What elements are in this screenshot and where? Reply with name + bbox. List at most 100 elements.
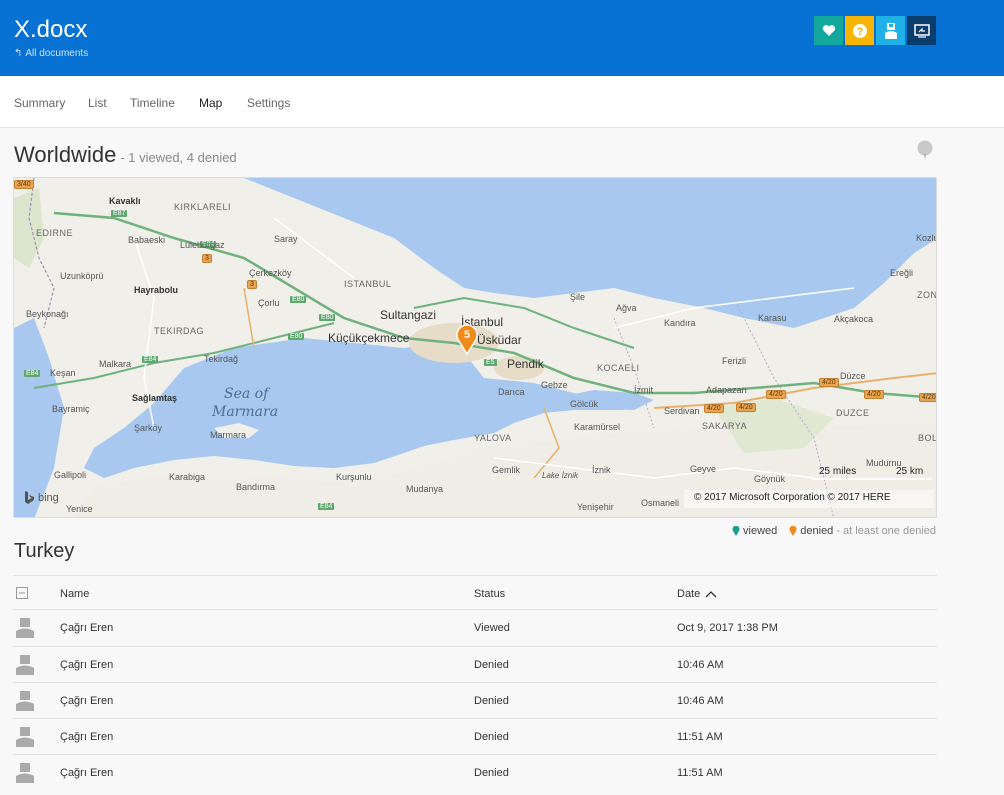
road-shield: E80: [319, 314, 336, 321]
user-avatar-icon: [16, 691, 34, 714]
row-status: Viewed: [474, 622, 510, 634]
map-label: Sağlamtaş: [132, 393, 178, 403]
column-status[interactable]: Status: [474, 588, 505, 600]
access-table: Name Status Date Çağrı Eren Viewed Oct 9…: [13, 575, 937, 790]
map-label: Kozlu: [916, 233, 937, 243]
present-button[interactable]: [907, 16, 936, 45]
map-label: Gemlik: [492, 465, 521, 475]
select-all-icon: [16, 587, 28, 599]
legend-note: - at least one denied: [836, 525, 936, 537]
map-label: Akçakoca: [834, 314, 874, 324]
map-label: Sultangazi: [380, 308, 437, 322]
table-row[interactable]: Çağrı Eren Denied 11:51 AM: [13, 754, 937, 790]
map-label: Serdivan: [664, 406, 700, 416]
route-shield: 4/20: [864, 390, 884, 399]
map-label: Yenişehir: [577, 502, 614, 512]
map-label: İzmit: [634, 385, 653, 395]
heart-icon: [822, 25, 835, 36]
column-date-label: Date: [677, 588, 701, 600]
column-name[interactable]: Name: [60, 588, 89, 600]
scale-km: 25 km: [896, 466, 924, 477]
route-shield: 4/20: [819, 378, 839, 387]
scale-miles: 25 miles: [819, 466, 857, 477]
map-label: ISTANBUL: [344, 279, 392, 289]
viewed-pin-icon: [732, 526, 740, 536]
map-label: Gebze: [541, 380, 568, 390]
map-label: Beykonağı: [26, 309, 69, 319]
row-date: 10:46 AM: [677, 659, 724, 671]
row-name: Çağrı Eren: [60, 731, 114, 743]
user-icon: [884, 22, 897, 39]
present-icon: [913, 23, 930, 38]
row-status: Denied: [474, 767, 509, 779]
tab-map[interactable]: Map: [199, 96, 222, 110]
row-date: 11:51 AM: [677, 767, 723, 779]
map-view[interactable]: 3/40 3 3 4/20 4/20 4/20 4/20 4/20 4/20 E…: [13, 177, 937, 518]
map-pin-icon[interactable]: [915, 139, 935, 166]
map-label: Lake İznik: [542, 471, 579, 480]
map-label: YALOVA: [474, 433, 512, 443]
user-button[interactable]: [876, 16, 905, 45]
map-legend: viewed denied - at least one denied: [732, 525, 936, 537]
sea-label: Marmara: [212, 404, 279, 420]
map-label: Bayramiç: [52, 404, 90, 414]
tab-list[interactable]: List: [88, 96, 107, 110]
map-label: Göynük: [754, 474, 786, 484]
legend-viewed: viewed: [732, 525, 777, 537]
tab-settings[interactable]: Settings: [247, 96, 290, 110]
map-label: Şarköy: [134, 423, 163, 433]
route-shield: 4/20: [919, 393, 936, 402]
row-date: 10:46 AM: [677, 695, 724, 707]
worldwide-heading: Worldwide - 1 viewed, 4 denied: [14, 142, 237, 168]
map-label: Ereğli: [890, 268, 914, 278]
route-shield: 4/20: [704, 404, 724, 413]
table-row[interactable]: Çağrı Eren Denied 10:46 AM: [13, 682, 937, 718]
header-actions: ?: [814, 16, 936, 45]
all-documents-link[interactable]: ↰ All documents: [14, 48, 88, 59]
heart-button[interactable]: [814, 16, 843, 45]
table-row[interactable]: Çağrı Eren Denied 10:46 AM: [13, 646, 937, 682]
map-label: Babaeski: [128, 235, 166, 245]
app-header: X.docx ↰ All documents ?: [0, 0, 1004, 76]
row-name: Çağrı Eren: [60, 659, 114, 671]
row-name: Çağrı Eren: [60, 622, 114, 634]
cluster-pin[interactable]: 5: [455, 323, 479, 355]
map-label: Kandıra: [664, 318, 696, 328]
map-label: Kavaklı: [109, 196, 141, 206]
back-arrow-icon: ↰: [14, 48, 23, 59]
map-label: İznik: [592, 465, 611, 475]
map-label: Mudanya: [406, 484, 444, 494]
map-label: Üsküdar: [477, 333, 522, 347]
map-label: SAKARYA: [702, 421, 748, 431]
map-label: Gölcük: [570, 399, 599, 409]
worldwide-title: Worldwide: [14, 142, 117, 167]
tab-timeline[interactable]: Timeline: [130, 96, 175, 110]
map-label: Yenice: [66, 504, 93, 514]
map-label: Lüleburgaz: [180, 240, 225, 250]
user-avatar-icon: [16, 655, 34, 678]
help-button[interactable]: ?: [845, 16, 874, 45]
user-avatar-icon: [16, 763, 34, 786]
map-label: Ferizli: [722, 356, 746, 366]
row-status: Denied: [474, 659, 509, 671]
select-all-checkbox[interactable]: [16, 587, 28, 602]
map-label: Düzce: [840, 371, 866, 381]
tab-summary[interactable]: Summary: [14, 96, 65, 110]
map-label: Karamürsel: [574, 422, 621, 432]
route-shield: 3/40: [14, 180, 34, 189]
bing-logo: bing: [24, 491, 59, 505]
map-attribution: © 2017 Microsoft Corporation © 2017 HERE: [694, 492, 891, 503]
table-row[interactable]: Çağrı Eren Viewed Oct 9, 2017 1:38 PM: [13, 610, 937, 646]
column-date[interactable]: Date: [677, 588, 717, 600]
table-row[interactable]: Çağrı Eren Denied 11:51 AM: [13, 718, 937, 754]
map-label: TEKIRDAG: [154, 326, 205, 336]
row-date: 11:51 AM: [677, 731, 723, 743]
road-shield: E84: [142, 356, 159, 363]
map-label: Osmaneli: [641, 498, 680, 508]
cluster-count: 5: [463, 329, 471, 341]
route-shield: 3: [202, 254, 212, 263]
row-name: Çağrı Eren: [60, 695, 114, 707]
map-label: Kurşunlu: [336, 472, 372, 482]
map-label: Küçükçekmece: [328, 331, 410, 345]
row-status: Denied: [474, 731, 509, 743]
